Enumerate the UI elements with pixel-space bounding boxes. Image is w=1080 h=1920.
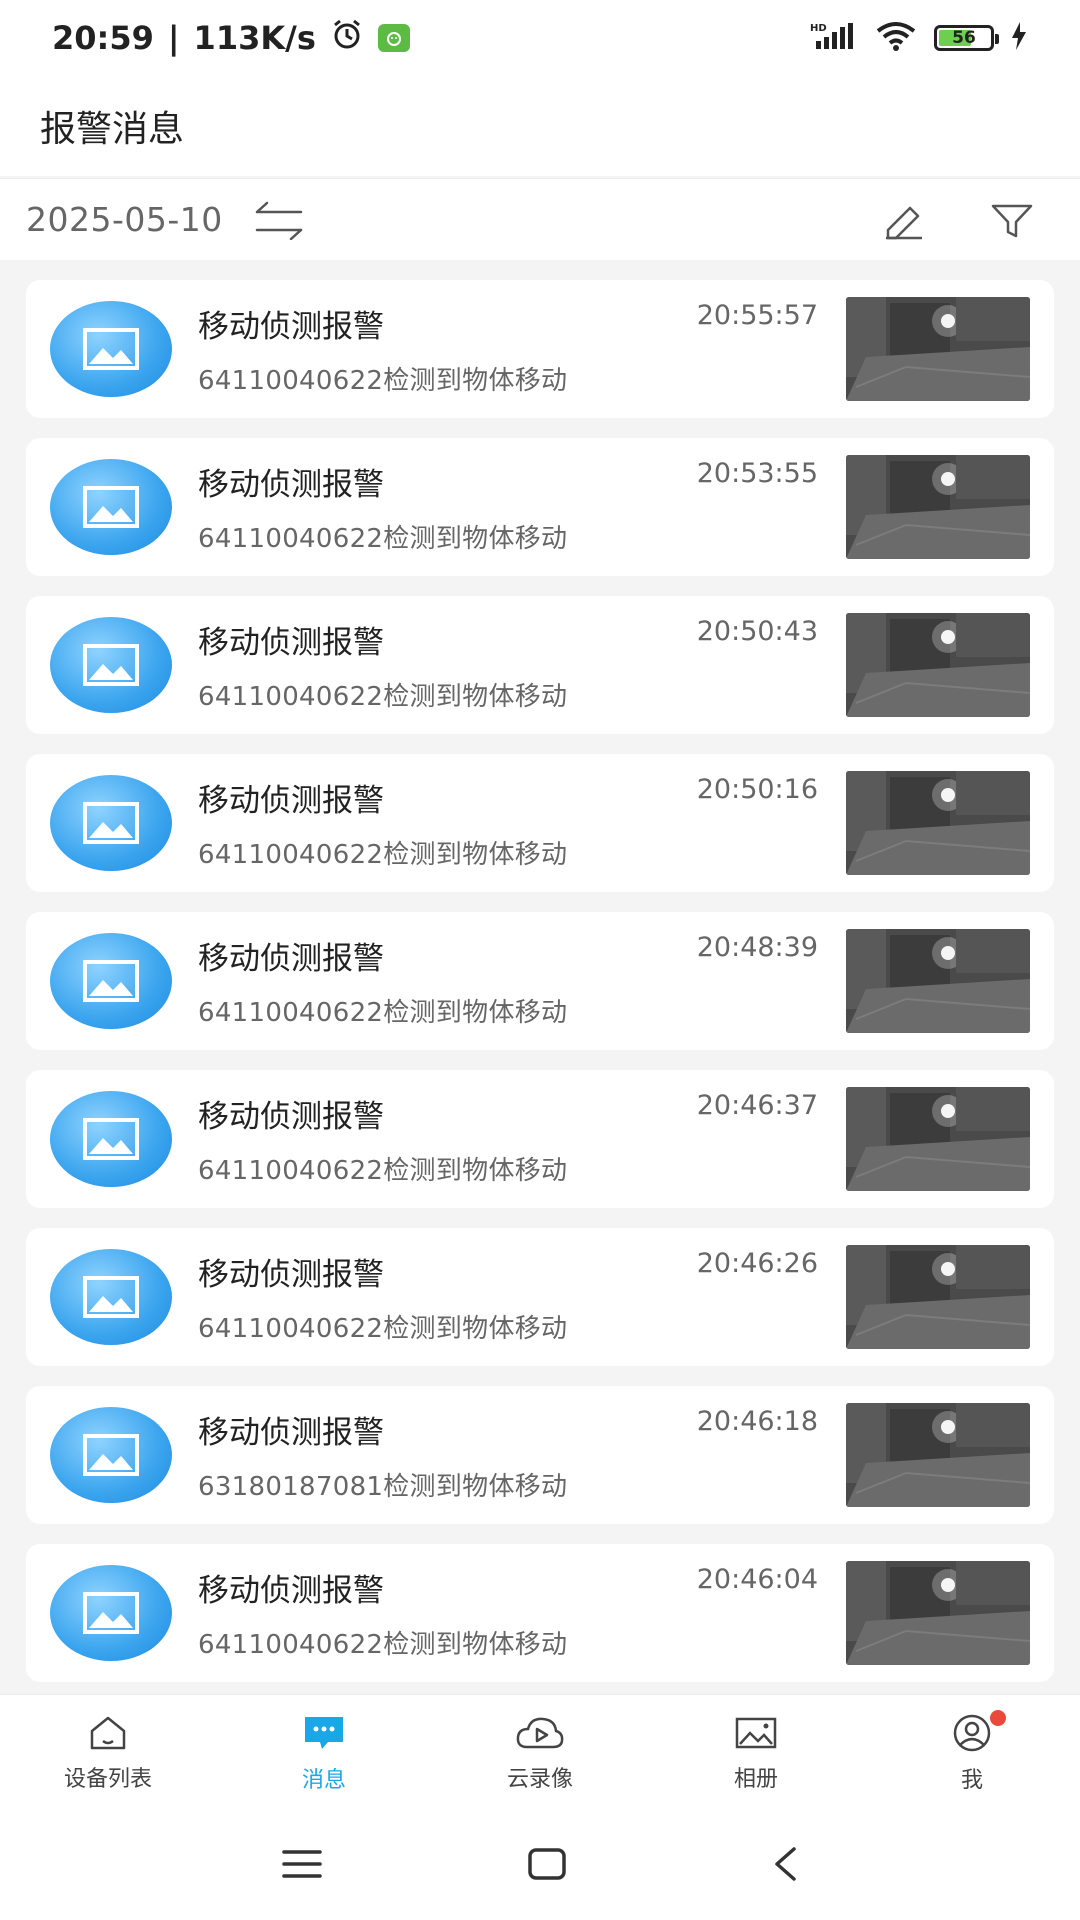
- alarm-list-item[interactable]: 移动侦测报警 64110040622检测到物体移动 20:50:43: [26, 596, 1054, 734]
- alarm-description: 64110040622检测到物体移动: [198, 1156, 568, 1186]
- alarm-time: 20:53:55: [696, 458, 818, 489]
- image-placeholder-icon: [50, 617, 172, 713]
- nav-label-cloud-video: 云录像: [506, 1766, 573, 1792]
- svg-text:HD: HD: [810, 23, 827, 34]
- status-separator: |: [167, 19, 180, 57]
- swap-date-icon[interactable]: [253, 200, 305, 240]
- notification-badge: [990, 1709, 1006, 1726]
- cloud-video-icon: [515, 1715, 565, 1755]
- alarm-description: 64110040622检测到物体移动: [198, 524, 568, 554]
- alarm-snapshot[interactable]: [846, 1403, 1030, 1507]
- alarm-description: 64110040622检测到物体移动: [198, 1630, 568, 1660]
- alarm-description: 64110040622检测到物体移动: [198, 366, 568, 396]
- alarm-snapshot[interactable]: [846, 771, 1030, 875]
- alarm-time: 20:46:04: [696, 1564, 818, 1595]
- filter-actions: [882, 200, 1054, 240]
- signal-icon: HD: [810, 21, 858, 55]
- alarm-list-item[interactable]: 移动侦测报警 64110040622检测到物体移动 20:46:26: [26, 1228, 1054, 1366]
- nav-cloud-video[interactable]: 云录像: [440, 1715, 640, 1793]
- image-placeholder-icon: [50, 301, 172, 397]
- message-icon: [302, 1714, 346, 1756]
- charging-icon: [1010, 22, 1028, 54]
- alarm-description: 64110040622检测到物体移动: [198, 840, 568, 870]
- alarm-list: 移动侦测报警 64110040622检测到物体移动 20:55:57 移动侦测报…: [26, 280, 1054, 1682]
- menu-icon[interactable]: [282, 1848, 323, 1884]
- nav-device-list[interactable]: 设备列表: [8, 1715, 208, 1793]
- alarm-list-item[interactable]: 移动侦测报警 64110040622检测到物体移动 20:46:04: [26, 1544, 1054, 1682]
- alarm-time: 20:50:43: [696, 616, 818, 647]
- alarm-list-item[interactable]: 移动侦测报警 63180187081检测到物体移动 20:46:18: [26, 1386, 1054, 1524]
- home-icon: [88, 1715, 128, 1755]
- nav-label-profile: 我: [960, 1767, 983, 1793]
- app-notification-icon: [377, 24, 410, 52]
- alarm-time: 20:46:37: [696, 1090, 818, 1121]
- alarm-time: 20:46:18: [696, 1406, 818, 1437]
- alarm-time: 20:46:26: [696, 1248, 818, 1279]
- title-bar: 报警消息: [0, 76, 1080, 176]
- nav-profile[interactable]: 我: [872, 1709, 1072, 1794]
- home-button-icon[interactable]: [527, 1847, 567, 1885]
- nav-label-album: 相册: [733, 1766, 778, 1792]
- back-icon[interactable]: [772, 1846, 798, 1886]
- image-placeholder-icon: [50, 775, 172, 871]
- alarm-list-item[interactable]: 移动侦测报警 64110040622检测到物体移动 20:48:39: [26, 912, 1054, 1050]
- filter-bar: 2025-05-10: [0, 178, 1080, 260]
- nav-label-messages: 消息: [301, 1767, 346, 1793]
- nav-label-device-list: 设备列表: [63, 1766, 152, 1792]
- nav-album[interactable]: 相册: [656, 1715, 856, 1793]
- nav-messages[interactable]: 消息: [224, 1714, 424, 1794]
- status-right: HD 56: [810, 21, 1028, 55]
- alarm-snapshot[interactable]: [846, 455, 1030, 559]
- alarm-description: 64110040622检测到物体移动: [198, 1314, 568, 1344]
- alarm-list-item[interactable]: 移动侦测报警 64110040622检测到物体移动 20:46:37: [26, 1070, 1054, 1208]
- bottom-navigation: 设备列表 消息 云录像 相册 我: [0, 1694, 1080, 1812]
- alarm-snapshot[interactable]: [846, 1561, 1030, 1665]
- image-placeholder-icon: [50, 933, 172, 1029]
- alarm-time: 20:50:16: [696, 774, 818, 805]
- alarm-description: 64110040622检测到物体移动: [198, 998, 568, 1028]
- page-title: 报警消息: [40, 109, 185, 150]
- alarm-list-item[interactable]: 移动侦测报警 64110040622检测到物体移动 20:55:57: [26, 280, 1054, 418]
- alarm-clock-icon: [330, 17, 364, 59]
- image-placeholder-icon: [50, 459, 172, 555]
- wifi-icon: [874, 21, 918, 55]
- image-placeholder-icon: [50, 1565, 172, 1661]
- network-speed: 113K/s: [193, 19, 316, 57]
- system-navigation: [0, 1812, 1080, 1920]
- date-selector[interactable]: 2025-05-10: [26, 200, 223, 239]
- album-icon: [734, 1715, 778, 1755]
- alarm-snapshot[interactable]: [846, 297, 1030, 401]
- alarm-snapshot[interactable]: [846, 1245, 1030, 1349]
- alarm-list-item[interactable]: 移动侦测报警 64110040622检测到物体移动 20:50:16: [26, 754, 1054, 892]
- battery-level: 56: [952, 28, 976, 48]
- alarm-time: 20:48:39: [696, 932, 818, 963]
- status-time: 20:59: [52, 19, 154, 57]
- image-placeholder-icon: [50, 1249, 172, 1345]
- edit-icon[interactable]: [882, 200, 926, 240]
- filter-icon[interactable]: [990, 200, 1034, 240]
- alarm-snapshot[interactable]: [846, 929, 1030, 1033]
- alarm-description: 63180187081检测到物体移动: [198, 1472, 568, 1502]
- status-left: 20:59 | 113K/s: [52, 17, 410, 59]
- alarm-time: 20:55:57: [696, 300, 818, 331]
- profile-icon: [951, 1714, 993, 1756]
- image-placeholder-icon: [50, 1091, 172, 1187]
- alarm-snapshot[interactable]: [846, 613, 1030, 717]
- alarm-snapshot[interactable]: [846, 1087, 1030, 1191]
- battery-indicator: 56: [934, 25, 999, 51]
- alarm-list-item[interactable]: 移动侦测报警 64110040622检测到物体移动 20:53:55: [26, 438, 1054, 576]
- image-placeholder-icon: [50, 1407, 172, 1503]
- alarm-description: 64110040622检测到物体移动: [198, 682, 568, 712]
- status-bar: 20:59 | 113K/s HD 56: [0, 0, 1080, 76]
